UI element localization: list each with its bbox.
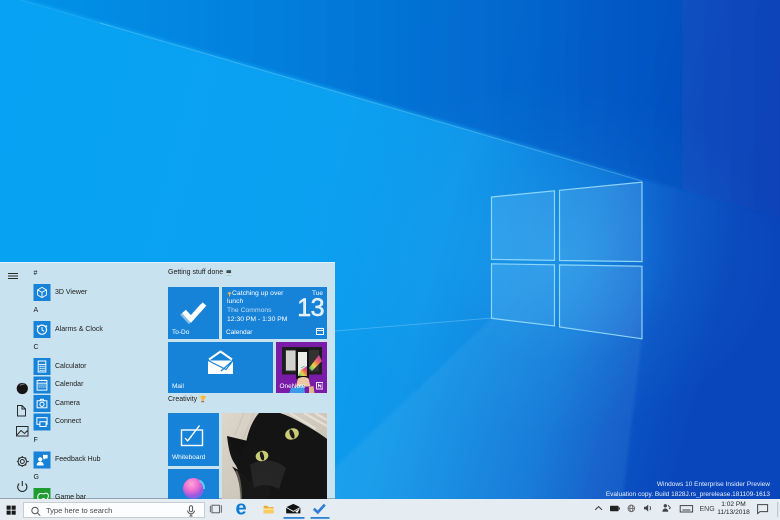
svg-text:e: e bbox=[236, 499, 247, 520]
svg-text:ENG: ENG bbox=[700, 506, 715, 513]
